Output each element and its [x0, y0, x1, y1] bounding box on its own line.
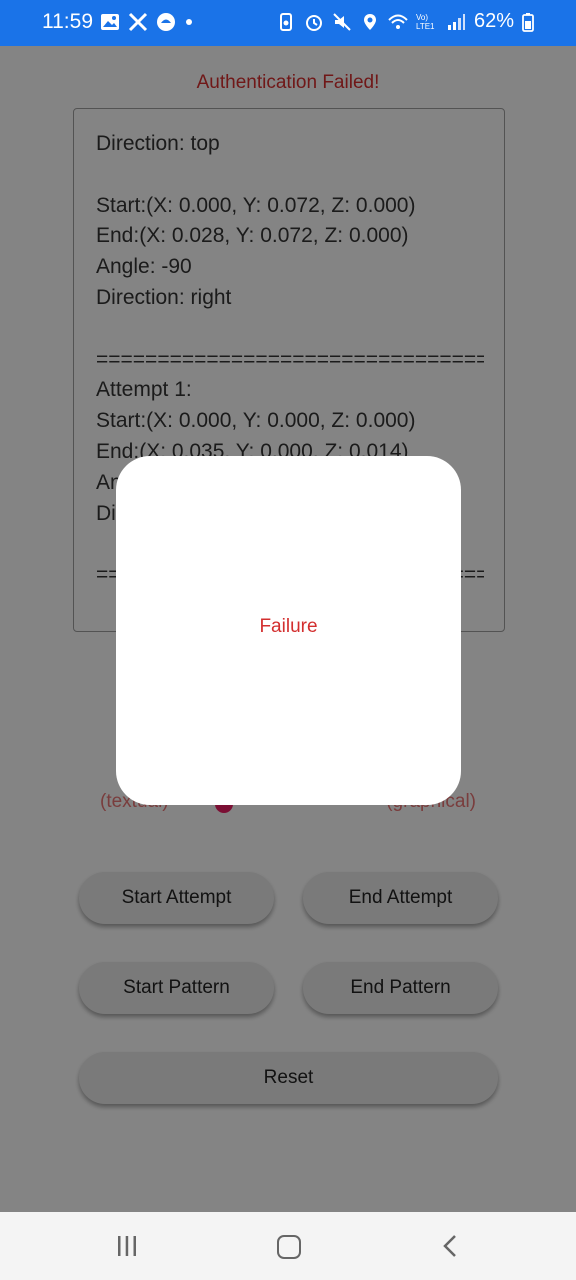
navigation-bar: [0, 1212, 576, 1280]
network-label: Vo) LTE1: [415, 12, 435, 31]
battery-saver-icon: [279, 12, 292, 31]
dialog-message: Failure: [259, 616, 318, 637]
status-bar: 11:59 Vo) LTE1 62%: [0, 0, 576, 46]
dot-icon: [186, 19, 192, 25]
recents-icon[interactable]: [116, 1236, 138, 1256]
app-icon: [157, 13, 175, 31]
failure-dialog: Failure: [116, 456, 461, 805]
location-icon: [363, 13, 376, 30]
mute-icon: [333, 12, 351, 31]
wifi-icon: [388, 14, 408, 29]
battery-percent: 62%: [473, 10, 514, 32]
back-icon[interactable]: [440, 1234, 462, 1258]
home-icon[interactable]: [277, 1235, 301, 1259]
status-right-icons: Vo) LTE1 62%: [276, 10, 534, 33]
alarm-icon: [305, 14, 322, 31]
battery-icon: [522, 12, 534, 32]
status-left-icons: [100, 12, 194, 32]
status-time: 11:59: [42, 10, 93, 33]
signal-icon: [447, 13, 465, 30]
gallery-icon: [101, 14, 119, 30]
x-icon: [128, 12, 148, 32]
